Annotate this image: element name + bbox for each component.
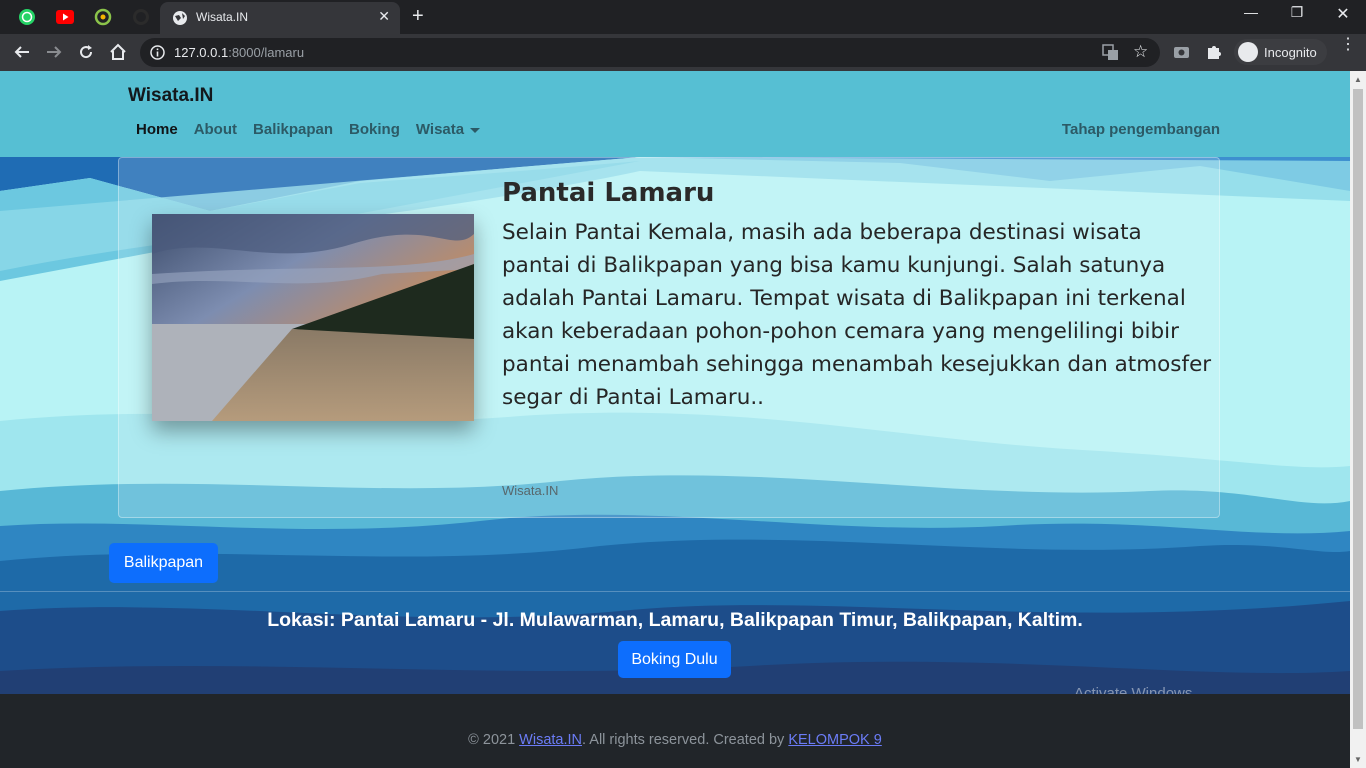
camera-icon[interactable] (1173, 44, 1190, 64)
forward-icon[interactable] (42, 40, 66, 64)
beach-photo (152, 214, 474, 421)
nav-links: Home About Balikpapan Boking Wisata (128, 121, 488, 138)
new-tab-icon[interactable]: + (412, 5, 424, 28)
app-icon[interactable] (93, 7, 113, 27)
youtube-icon[interactable] (55, 7, 75, 27)
page-viewport: Wisata.IN Home About Balikpapan Boking W… (0, 71, 1350, 768)
tab-bar: Wisata.IN ✕ + — ❐ ✕ (0, 0, 1366, 34)
info-icon[interactable] (150, 45, 165, 65)
divider (0, 591, 1350, 592)
back-icon[interactable] (10, 40, 34, 64)
footer-text: © 2021 Wisata.IN. All rights reserved. C… (0, 732, 1350, 748)
nav-boking[interactable]: Boking (341, 121, 408, 138)
extensions-icon[interactable] (1206, 43, 1223, 65)
card-footer: Wisata.IN (502, 483, 559, 498)
restore-icon[interactable]: ❐ (1274, 4, 1320, 21)
site-footer: © 2021 Wisata.IN. All rights reserved. C… (0, 694, 1350, 768)
address-bar[interactable]: 127.0.0.1:8000/lamaru ☆ (140, 38, 1160, 67)
footer-site-link[interactable]: Wisata.IN (519, 732, 582, 748)
dev-status-text: Tahap pengembangan (1061, 121, 1220, 138)
home-icon[interactable] (106, 40, 130, 64)
balikpapan-button[interactable]: Balikpapan (109, 543, 218, 583)
destination-card: Pantai Lamaru Selain Pantai Kemala, masi… (118, 157, 1220, 518)
site-brand[interactable]: Wisata.IN (128, 85, 213, 107)
footer-prefix: © 2021 (468, 732, 520, 748)
scroll-up-icon[interactable]: ▲ (1354, 75, 1362, 84)
card-description: Selain Pantai Kemala, masih ada beberapa… (502, 220, 1212, 410)
chevron-down-icon (470, 127, 481, 133)
nav-home[interactable]: Home (128, 121, 186, 138)
url-text: 127.0.0.1:8000/lamaru (174, 45, 304, 60)
footer-middle: . All rights reserved. Created by (582, 732, 789, 748)
star-icon[interactable]: ☆ (1133, 42, 1148, 62)
nav-about[interactable]: About (186, 121, 245, 138)
reload-icon[interactable] (74, 40, 98, 64)
window-close-icon[interactable]: ✕ (1320, 4, 1366, 24)
card-title: Pantai Lamaru (502, 178, 715, 208)
close-icon[interactable]: ✕ (378, 8, 390, 25)
url-host: 127.0.0.1 (174, 45, 229, 60)
minimize-icon[interactable]: — (1228, 4, 1274, 20)
incognito-badge[interactable]: Incognito (1234, 39, 1327, 65)
github-icon[interactable] (131, 7, 151, 27)
incognito-label: Incognito (1264, 44, 1317, 60)
tab-title: Wisata.IN (196, 10, 249, 24)
page-scrollbar[interactable]: ▲ ▼ (1350, 71, 1366, 768)
nav-wisata-label: Wisata (415, 121, 465, 138)
location-text: Lokasi: Pantai Lamaru - Jl. Mulawarman, … (267, 609, 1083, 631)
globe-icon (172, 10, 188, 31)
footer-author-link[interactable]: KELOMPOK 9 (788, 732, 881, 748)
menu-icon[interactable]: ⋮ (1340, 37, 1356, 53)
url-path: :8000/lamaru (228, 45, 305, 60)
nav-wisata-dropdown[interactable]: Wisata (408, 121, 488, 138)
scroll-down-icon[interactable]: ▼ (1354, 755, 1362, 764)
nav-balikpapan[interactable]: Balikpapan (245, 121, 341, 138)
whatsapp-icon[interactable] (17, 7, 37, 27)
incognito-icon (1238, 42, 1258, 62)
translate-icon[interactable] (1102, 44, 1119, 66)
browser-toolbar: 127.0.0.1:8000/lamaru ☆ Incognito ⋮ (0, 34, 1366, 71)
site-navbar: Wisata.IN Home About Balikpapan Boking W… (0, 71, 1350, 157)
tab-wisata[interactable]: Wisata.IN ✕ (160, 2, 400, 34)
scroll-thumb[interactable] (1353, 89, 1363, 729)
boking-button[interactable]: Boking Dulu (618, 641, 731, 678)
